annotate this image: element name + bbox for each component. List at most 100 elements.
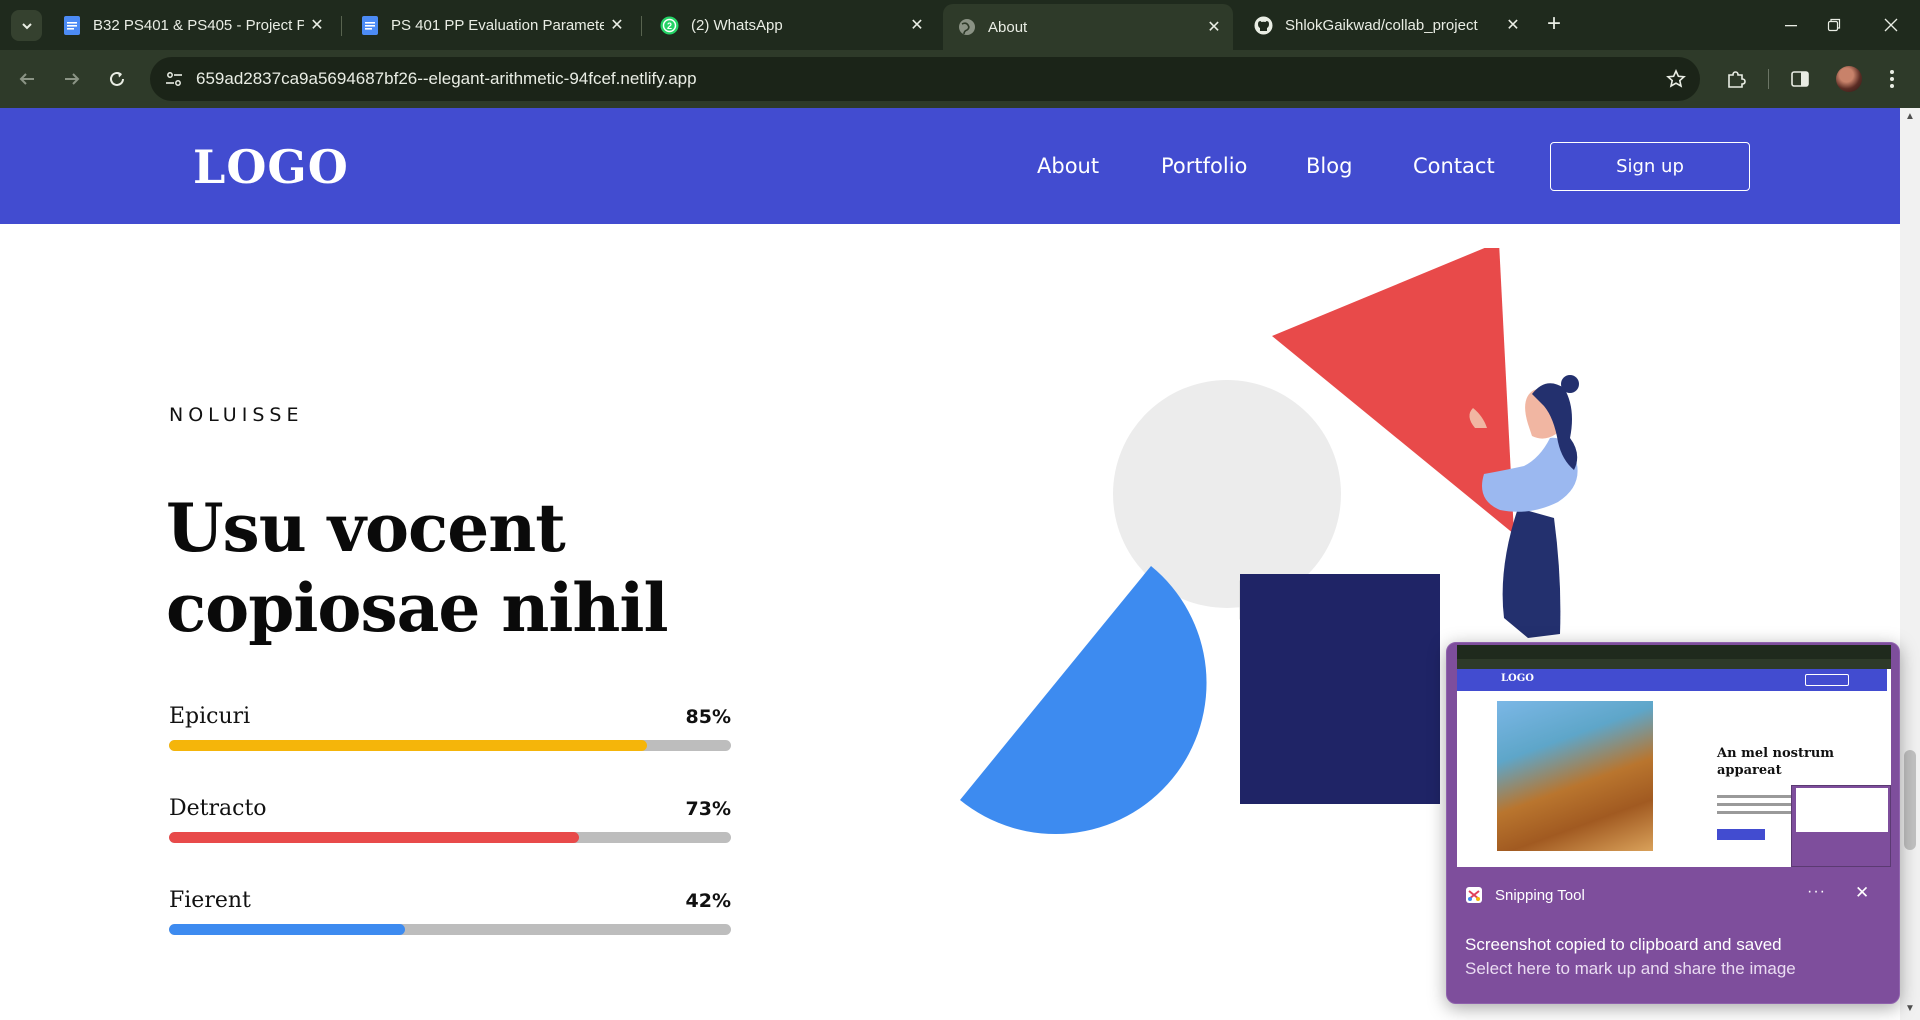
site-header: LOGO About Portfolio Blog Contact Sign u…	[0, 108, 1900, 224]
headline-line-1: Usu vocent	[166, 489, 566, 567]
thumb-browser-bar	[1457, 645, 1891, 659]
nav-portfolio[interactable]: Portfolio	[1161, 154, 1247, 178]
docs-icon	[62, 15, 81, 35]
browser-tab-strip: B32 PS401 & PS405 - Project Pr ✕ PS 401 …	[0, 0, 1920, 50]
section-headline: Usu vocent copiosae nihil	[166, 488, 669, 648]
tab-title: PS 401 PP Evaluation Parameter	[391, 16, 604, 34]
scroll-down-arrow-icon[interactable]: ▼	[1905, 1004, 1915, 1014]
screenshot-thumbnail[interactable]: LOGO An mel nostrum appareat	[1457, 645, 1891, 867]
snipping-tool-icon	[1466, 887, 1482, 903]
thumb-logo: LOGO	[1501, 673, 1534, 684]
skill-name: Detracto	[169, 796, 267, 821]
minimize-icon	[1785, 25, 1797, 27]
arrow-right-icon	[65, 73, 80, 85]
tab-divider	[641, 16, 642, 36]
page-scrollbar[interactable]: ▲ ▼	[1900, 108, 1920, 1020]
skill-progress-fill	[169, 924, 406, 935]
close-icon[interactable]: ✕	[304, 12, 330, 38]
profile-avatar[interactable]	[1836, 66, 1862, 92]
close-icon	[1884, 18, 1898, 32]
headline-line-2: copiosae nihil	[166, 569, 669, 647]
site-info-icon[interactable]	[162, 67, 186, 91]
close-icon[interactable]: ✕	[904, 12, 930, 38]
close-window-button[interactable]	[1868, 10, 1914, 40]
thumb-site-header: LOGO	[1457, 669, 1887, 691]
thumb-nested-preview	[1796, 788, 1888, 832]
tab-evaluation-doc[interactable]: PS 401 PP Evaluation Parameter ✕	[346, 6, 636, 44]
extensions-button[interactable]	[1720, 63, 1752, 95]
skill-progress-fill	[169, 832, 580, 843]
menu-button[interactable]	[1876, 63, 1908, 95]
thumb-text-line	[1717, 803, 1797, 806]
skill-progress-fill	[169, 740, 647, 751]
tab-whatsapp[interactable]: 2 (2) WhatsApp ✕	[646, 6, 936, 44]
site-logo[interactable]: LOGO	[193, 140, 349, 194]
skill-progress-track	[169, 832, 731, 843]
bookmark-star-icon[interactable]	[1664, 67, 1688, 91]
back-button[interactable]	[11, 63, 43, 95]
thumb-toolbar	[1457, 659, 1891, 669]
signup-button[interactable]: Sign up	[1550, 142, 1750, 191]
notification-app-name: Snipping Tool	[1495, 887, 1585, 904]
thumb-heading: An mel nostrum appareat	[1717, 746, 1835, 778]
nav-blog[interactable]: Blog	[1306, 154, 1352, 178]
new-tab-button[interactable]: +	[1541, 12, 1567, 38]
address-bar[interactable]: 659ad2837ca9a5694687bf26--elegant-arithm…	[150, 57, 1700, 101]
navy-square-shape	[1240, 574, 1440, 804]
minimize-button[interactable]	[1768, 10, 1814, 40]
svg-text:2: 2	[667, 21, 672, 31]
close-icon[interactable]: ✕	[1201, 14, 1227, 40]
blue-half-circle-shape	[960, 566, 1207, 835]
whatsapp-icon: 2	[660, 16, 679, 35]
tab-about-active[interactable]: About ✕	[943, 4, 1233, 50]
globe-icon	[957, 18, 976, 37]
reload-button[interactable]	[101, 63, 133, 95]
nav-about[interactable]: About	[1037, 154, 1099, 178]
skill-percent: 85%	[685, 706, 731, 728]
section-eyebrow: NOLUISSE	[169, 404, 304, 426]
skill-name: Fierent	[169, 888, 251, 913]
forward-button[interactable]	[56, 63, 88, 95]
skill-name: Epicuri	[169, 704, 251, 729]
restore-button[interactable]	[1811, 10, 1857, 40]
scrollbar-thumb[interactable]	[1904, 750, 1916, 850]
side-panel-icon	[1791, 71, 1809, 87]
toolbar-divider	[1768, 69, 1769, 89]
skill-percent: 42%	[685, 890, 731, 912]
tab-title: B32 PS401 & PS405 - Project Pr	[93, 16, 304, 34]
tab-title: ShlokGaikwad/collab_project	[1285, 16, 1478, 34]
close-icon[interactable]: ✕	[1500, 12, 1526, 38]
puzzle-icon	[1728, 71, 1746, 88]
close-icon[interactable]: ✕	[604, 12, 630, 38]
tab-divider	[341, 16, 342, 36]
tab-github[interactable]: ShlokGaikwad/collab_project ✕	[1240, 6, 1532, 44]
skill-progress-track	[169, 740, 731, 751]
skill-progress-track	[169, 924, 731, 935]
thumb-signup-button	[1805, 674, 1849, 686]
thumb-cta-button	[1717, 829, 1765, 840]
scroll-up-arrow-icon[interactable]: ▲	[1905, 112, 1915, 122]
url-text: 659ad2837ca9a5694687bf26--elegant-arithm…	[196, 69, 697, 88]
arrow-left-icon	[19, 73, 34, 85]
side-panel-button[interactable]	[1784, 63, 1816, 95]
tab-project-doc[interactable]: B32 PS401 & PS405 - Project Pr ✕	[48, 6, 336, 44]
kebab-menu-icon	[1890, 70, 1894, 88]
chevron-down-icon	[21, 22, 32, 29]
tab-search-button[interactable]	[11, 10, 42, 41]
restore-icon	[1827, 18, 1841, 32]
close-icon[interactable]: ✕	[1855, 883, 1869, 903]
notification-title: Screenshot copied to clipboard and saved	[1465, 935, 1782, 954]
nav-contact[interactable]: Contact	[1413, 154, 1495, 178]
github-icon	[1254, 16, 1273, 35]
browser-toolbar: 659ad2837ca9a5694687bf26--elegant-arithm…	[0, 50, 1920, 108]
thumb-nested-toast	[1791, 785, 1891, 867]
docs-icon	[360, 15, 379, 35]
tab-title: About	[988, 18, 1028, 36]
more-options-icon[interactable]: ···	[1807, 883, 1826, 901]
tab-title: (2) WhatsApp	[691, 16, 783, 34]
thumb-coast-photo	[1497, 701, 1653, 851]
skill-percent: 73%	[685, 798, 731, 820]
notification-subtitle: Select here to mark up and share the ima…	[1465, 959, 1796, 978]
reload-icon	[110, 71, 124, 86]
snipping-tool-notification[interactable]: LOGO An mel nostrum appareat Snipping To…	[1446, 642, 1900, 1004]
